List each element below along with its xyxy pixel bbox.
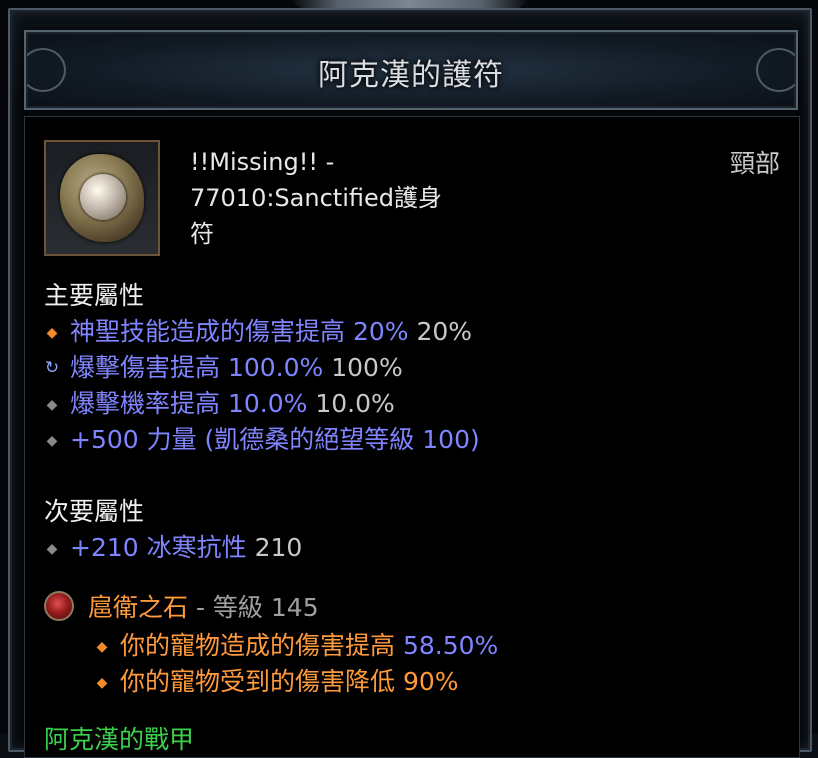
stat-range: 20% — [408, 317, 473, 346]
stat-range: 10.0% — [307, 389, 395, 418]
gem-effect-text: 你的寵物受到的傷害降低 90% — [120, 667, 459, 696]
stat-text: +210 冰寒抗性 — [70, 533, 247, 562]
diamond-bullet-icon: ◆ — [96, 675, 108, 691]
diamond-bullet-icon: ◆ — [46, 541, 58, 557]
primary-stat: ◆ 爆擊機率提高 10.0% 10.0% — [44, 384, 395, 420]
item-tooltip: 阿克漢的護符 !!Missing!! - 77010:Sanctified護身 … — [0, 0, 818, 758]
item-name-line2: 77010:Sanctified護身 — [190, 184, 442, 212]
secondary-heading: 次要屬性 — [44, 497, 145, 526]
gem-effect: ◆ 你的寵物造成的傷害提高 58.50% — [94, 626, 499, 662]
legendary-gem-icon — [44, 591, 74, 621]
diamond-bullet-icon: ◆ — [46, 397, 58, 413]
primary-stat: ◆ +500 力量 (凱德桑的絕望等級 100) — [44, 420, 480, 456]
secondary-stat: ◆ +210 冰寒抗性 210 — [44, 528, 303, 564]
primary-heading: 主要屬性 — [44, 281, 145, 310]
set-name: 阿克漢的戰甲 — [44, 725, 195, 754]
diamond-bullet-icon: ◆ — [46, 325, 58, 341]
stat-range: 210 — [246, 533, 303, 562]
legendary-gem-line: 扈衛之石 - 等級 145 — [44, 588, 319, 624]
gem-effect: ◆ 你的寵物受到的傷害降低 90% — [94, 662, 459, 698]
stat-text: 爆擊機率提高 10.0% — [70, 389, 308, 418]
stat-text: +500 力量 (凱德桑的絕望等級 100) — [70, 425, 480, 454]
reroll-bullet-icon: ↻ — [44, 358, 60, 378]
title-bar: 阿克漢的護符 — [20, 30, 802, 110]
item-slot: 頸部 — [729, 149, 780, 178]
item-name: !!Missing!! - 77010:Sanctified護身 符 — [190, 144, 490, 252]
gem-effect-text: 你的寵物造成的傷害提高 — [120, 631, 403, 660]
item-name-line3: 符 — [190, 220, 214, 248]
stat-range: 100% — [323, 353, 403, 382]
amulet-gem-icon — [80, 174, 126, 220]
gem-level: - 等級 145 — [188, 593, 319, 622]
stat-text: 爆擊傷害提高 100.0% — [70, 353, 324, 382]
primary-stat: ◆ 神聖技能造成的傷害提高 20% 20% — [44, 312, 472, 348]
gem-name: 扈衛之石 — [88, 593, 189, 622]
primary-stat: ↻ 爆擊傷害提高 100.0% 100% — [44, 348, 403, 384]
stat-text: 神聖技能造成的傷害提高 20% — [70, 317, 409, 346]
item-icon-frame — [44, 140, 160, 256]
item-name-line1: !!Missing!! - — [190, 148, 335, 176]
diamond-bullet-icon: ◆ — [96, 639, 108, 655]
gem-effect-value: 58.50% — [402, 631, 499, 660]
diamond-bullet-icon: ◆ — [46, 433, 58, 449]
item-title: 阿克漢的護符 — [318, 58, 504, 93]
